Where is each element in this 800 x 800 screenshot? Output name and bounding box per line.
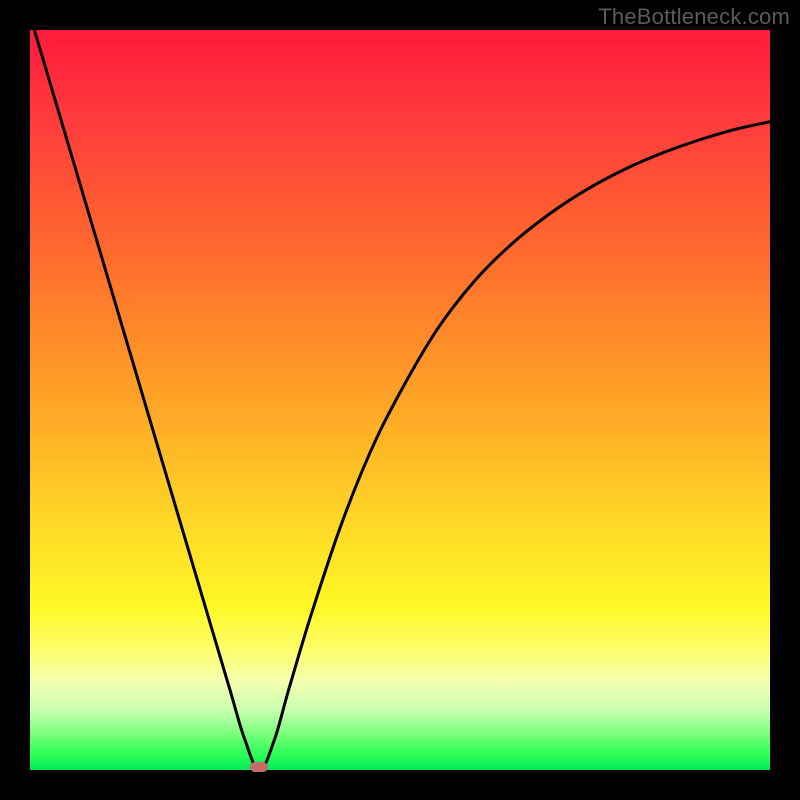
watermark-text: TheBottleneck.com xyxy=(598,4,790,30)
minimum-marker xyxy=(250,762,268,772)
bottleneck-curve xyxy=(30,15,770,770)
plot-area xyxy=(30,30,770,770)
chart-frame: TheBottleneck.com xyxy=(0,0,800,800)
curve-svg xyxy=(30,30,770,770)
